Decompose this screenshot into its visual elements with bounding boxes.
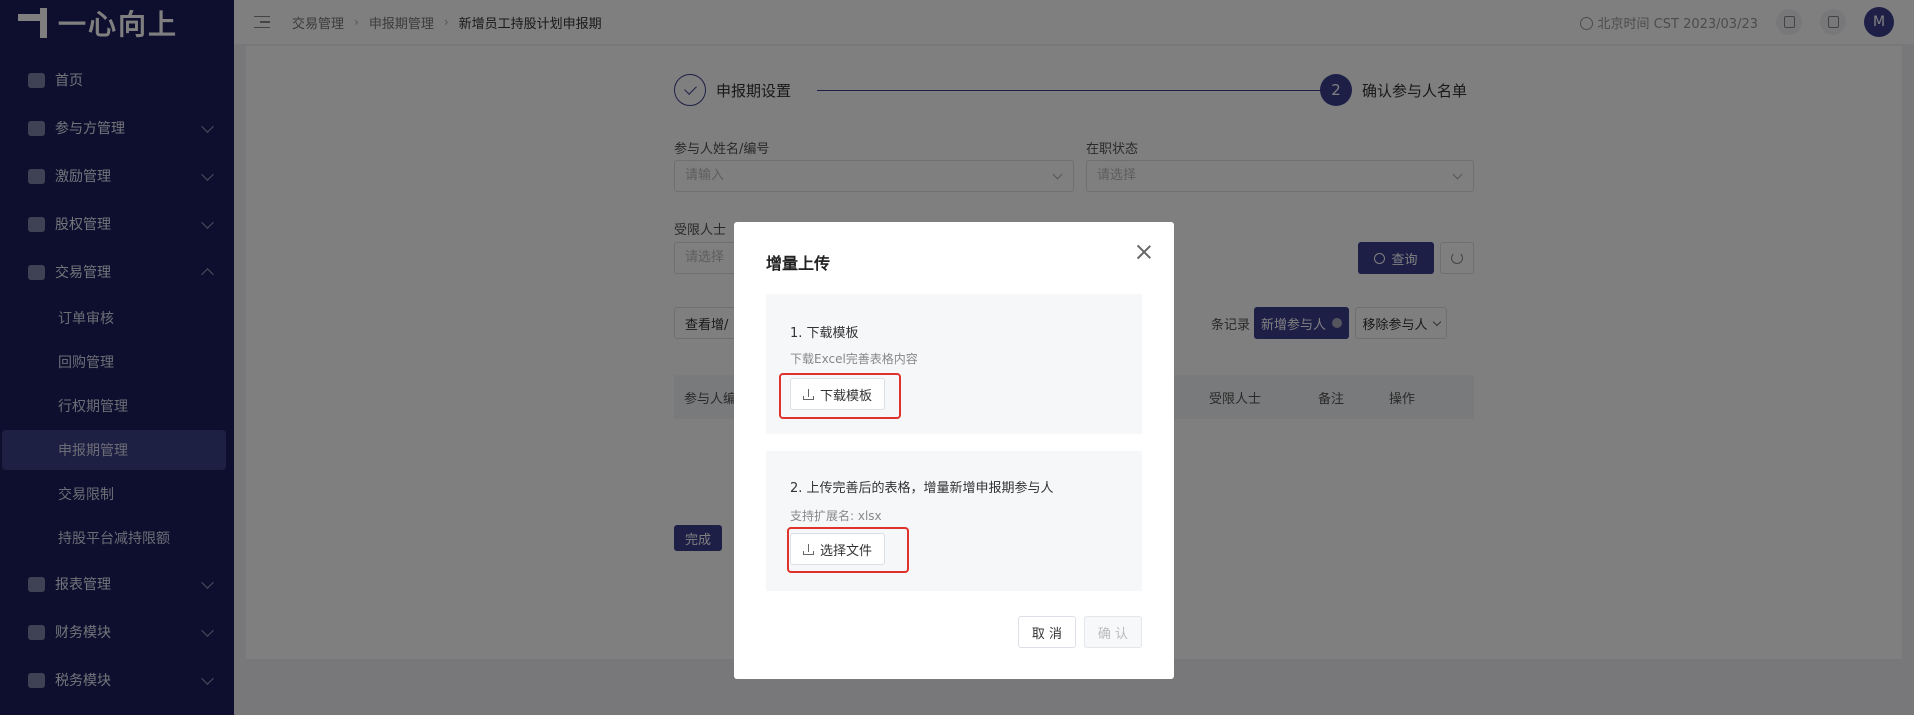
close-icon[interactable]: [1134, 242, 1154, 262]
highlight-box: [787, 527, 909, 573]
step1-title: 1. 下载模板: [790, 326, 859, 341]
step1-hint: 下载Excel完善表格内容: [790, 352, 918, 366]
highlight-box: [779, 373, 901, 419]
incremental-upload-modal: 增量上传 1. 下载模板 下载Excel完善表格内容 下载模板 2. 上传完善后…: [734, 222, 1174, 679]
modal-title: 增量上传: [766, 254, 831, 273]
confirm-button[interactable]: 确 认: [1084, 616, 1142, 648]
cancel-label: 取 消: [1031, 626, 1063, 642]
confirm-label: 确 认: [1097, 626, 1129, 642]
step2-hint: 支持扩展名: xlsx: [790, 509, 882, 523]
step2-title: 2. 上传完善后的表格，增量新增申报期参与人: [790, 481, 1054, 496]
cancel-button[interactable]: 取 消: [1018, 616, 1076, 648]
